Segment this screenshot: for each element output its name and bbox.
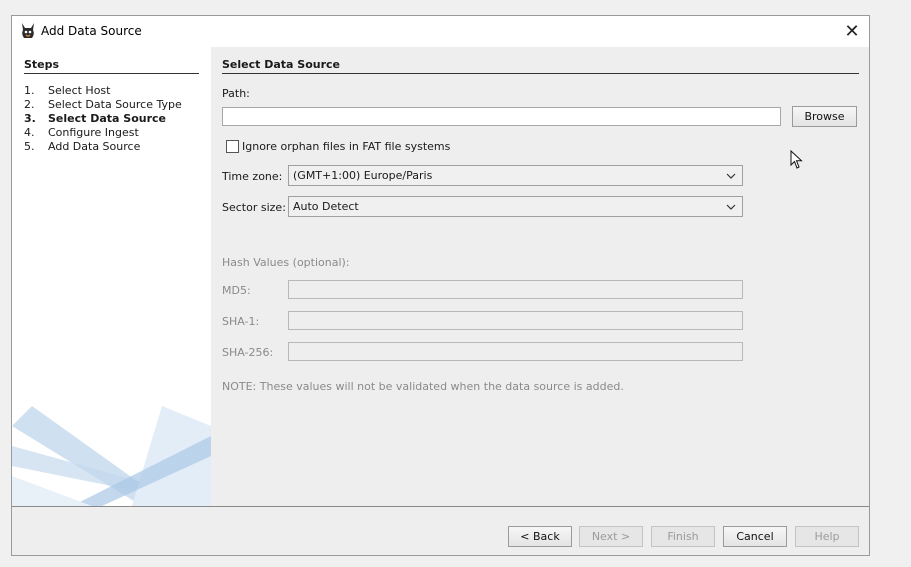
steps-heading: Steps (24, 58, 199, 74)
timezone-value: (GMT+1:00) Europe/Paris (293, 169, 433, 182)
browse-button[interactable]: Browse (792, 106, 857, 127)
step-item-select-data-source-type: 2. Select Data Source Type (24, 98, 204, 112)
step-item-configure-ingest: 4. Configure Ingest (24, 126, 204, 140)
next-button: Next > (579, 526, 643, 547)
ignore-orphan-label: Ignore orphan files in FAT file systems (242, 140, 451, 153)
validation-note: NOTE: These values will not be validated… (222, 380, 624, 393)
step-label: Configure Ingest (48, 126, 139, 139)
md5-label: MD5: (222, 284, 251, 297)
section-heading: Select Data Source (222, 58, 859, 74)
cancel-button[interactable]: Cancel (723, 526, 787, 547)
wizard-footer: < Back Next > Finish Cancel Help (12, 506, 869, 555)
ignore-orphan-checkbox[interactable] (226, 140, 239, 153)
step-number: 2. (24, 98, 35, 111)
chevron-down-icon (726, 173, 736, 179)
step-label: Select Host (48, 84, 111, 97)
path-label: Path: (222, 87, 250, 100)
back-button[interactable]: < Back (508, 526, 572, 547)
step-item-select-host: 1. Select Host (24, 84, 204, 98)
md5-field (288, 280, 743, 299)
sha1-label: SHA-1: (222, 315, 260, 328)
timezone-select[interactable]: (GMT+1:00) Europe/Paris (288, 165, 743, 186)
mouse-pointer-icon (790, 150, 803, 169)
timezone-label: Time zone: (222, 170, 283, 183)
autopsy-dog-icon (20, 22, 36, 40)
add-data-source-dialog: Add Data Source ✕ Steps 1. Select Host 2.… (11, 15, 870, 556)
step-item-select-data-source: 3. Select Data Source (24, 112, 204, 126)
step-number: 5. (24, 140, 35, 153)
sector-size-select[interactable]: Auto Detect (288, 196, 743, 217)
step-number: 1. (24, 84, 35, 97)
wizard-decoration-image (12, 406, 211, 506)
hash-values-heading: Hash Values (optional): (222, 256, 350, 269)
select-data-source-panel: Select Data Source Path: Browse Ignore o… (211, 47, 869, 506)
step-label: Add Data Source (48, 140, 141, 153)
chevron-down-icon (726, 204, 736, 210)
title-bar: Add Data Source ✕ (12, 16, 869, 47)
steps-list: 1. Select Host 2. Select Data Source Type … (24, 84, 204, 154)
step-number: 3. (24, 112, 36, 125)
help-button: Help (795, 526, 859, 547)
sector-size-value: Auto Detect (293, 200, 359, 213)
close-icon: ✕ (844, 21, 860, 42)
finish-button: Finish (651, 526, 715, 547)
step-label: Select Data Source (48, 112, 167, 125)
close-button[interactable]: ✕ (837, 16, 867, 47)
sector-size-label: Sector size: (222, 201, 286, 214)
window-title: Add Data Source (41, 24, 142, 38)
step-number: 4. (24, 126, 35, 139)
steps-panel: Steps 1. Select Host 2. Select Data Source… (12, 47, 211, 506)
sha256-field (288, 342, 743, 361)
step-item-add-data-source: 5. Add Data Source (24, 140, 204, 154)
sha1-field (288, 311, 743, 330)
sha256-label: SHA-256: (222, 346, 274, 359)
path-input[interactable] (222, 107, 781, 126)
step-label: Select Data Source Type (48, 98, 182, 111)
